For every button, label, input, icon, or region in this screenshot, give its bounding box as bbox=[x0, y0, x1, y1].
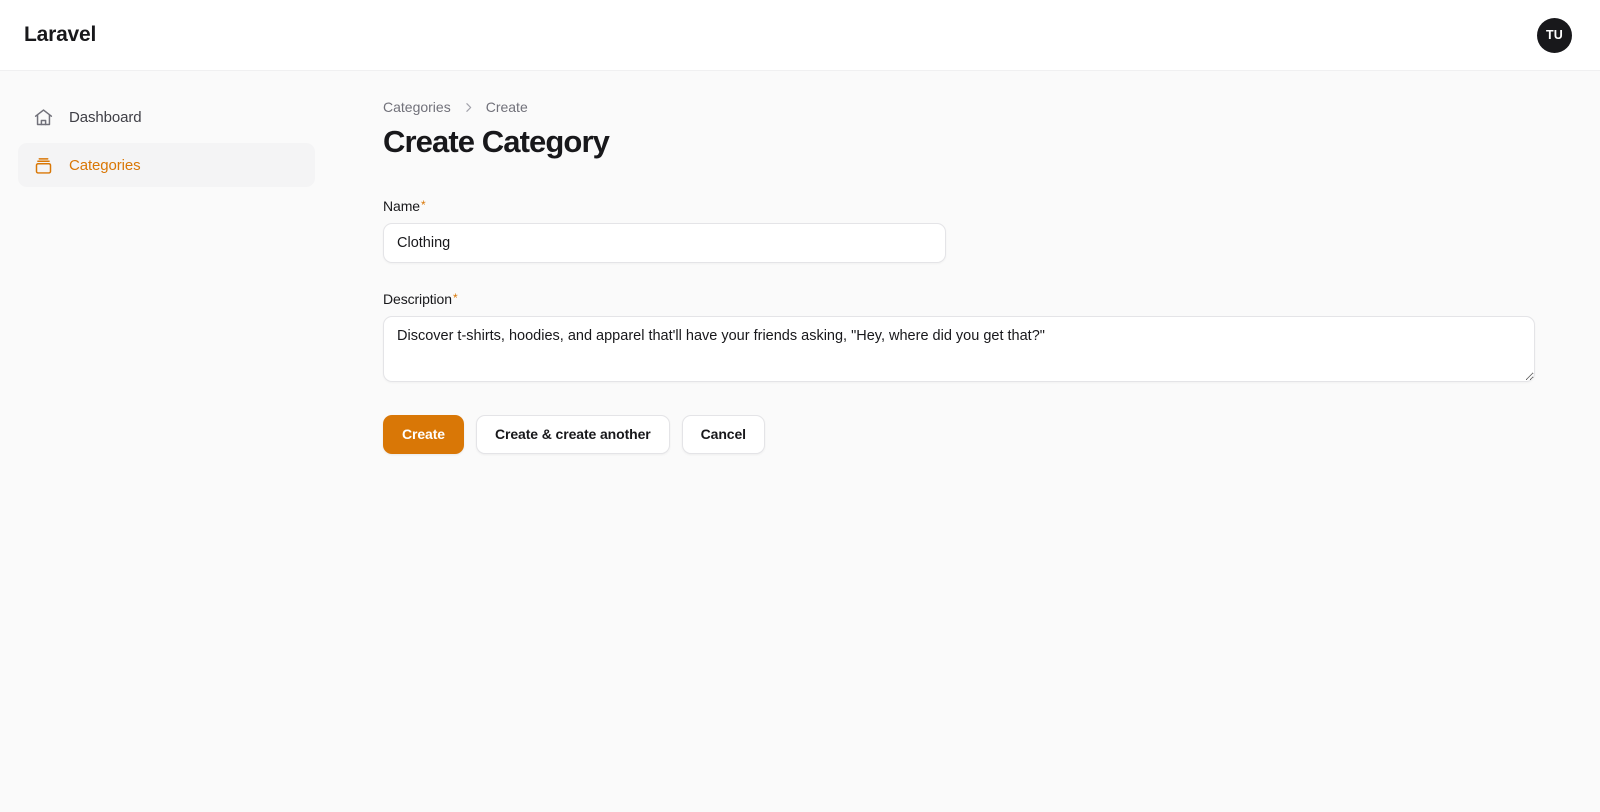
form-actions: Create Create & create another Cancel bbox=[383, 414, 1566, 454]
top-bar: Laravel TU bbox=[0, 0, 1600, 71]
page-title: Create Category bbox=[383, 124, 610, 159]
avatar[interactable]: TU bbox=[1537, 17, 1572, 53]
breadcrumb: Categories Create bbox=[383, 97, 1566, 117]
sidebar-item-label: Categories bbox=[69, 156, 141, 174]
create-category-form: Name* Description* Create Create & creat… bbox=[383, 198, 1566, 454]
field-spacer bbox=[383, 263, 1566, 291]
create-button[interactable]: Create bbox=[383, 414, 464, 454]
name-field-group: Name * bbox=[383, 198, 1566, 263]
sidebar-item-label: Dashboard bbox=[69, 108, 142, 126]
name-label-text: Name bbox=[383, 197, 420, 214]
brand-logo[interactable]: Laravel bbox=[24, 23, 96, 47]
sidebar: Dashboard Categories bbox=[0, 71, 334, 812]
description-field-label: Description * bbox=[383, 291, 458, 307]
main-content: Categories Create Create Category Name * … bbox=[334, 71, 1600, 812]
required-indicator: * bbox=[420, 197, 426, 212]
archive-box-icon bbox=[32, 154, 55, 177]
breadcrumb-item-create: Create bbox=[485, 99, 528, 115]
sidebar-item-dashboard[interactable]: Dashboard bbox=[18, 95, 315, 139]
description-label-text: Description bbox=[383, 290, 452, 307]
breadcrumb-item-categories[interactable]: Categories bbox=[383, 99, 451, 115]
name-field-label: Name * bbox=[383, 198, 426, 214]
description-field-group: Description * bbox=[383, 291, 1566, 382]
home-icon bbox=[32, 106, 55, 129]
create-and-create-another-button[interactable]: Create & create another bbox=[475, 414, 670, 454]
required-indicator: * bbox=[452, 290, 458, 305]
chevron-right-icon bbox=[462, 101, 475, 114]
cancel-button[interactable]: Cancel bbox=[681, 414, 765, 454]
name-input[interactable] bbox=[383, 222, 946, 263]
description-textarea[interactable] bbox=[383, 315, 1535, 382]
sidebar-item-categories[interactable]: Categories bbox=[18, 143, 315, 187]
app-shell: Dashboard Categories Categories Create C… bbox=[0, 71, 1600, 812]
